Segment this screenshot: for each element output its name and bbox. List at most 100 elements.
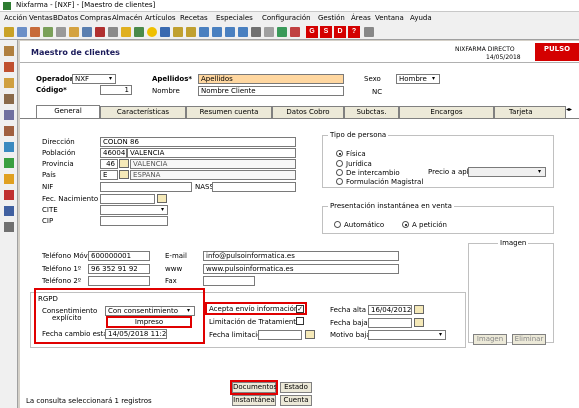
tab-caracteristicas[interactable]: Características: [100, 106, 186, 118]
limitacion-checkbox[interactable]: [296, 317, 304, 325]
calendar-icon[interactable]: [305, 330, 315, 339]
radio-automatico[interactable]: [334, 221, 341, 228]
left-icon-6[interactable]: [4, 126, 14, 136]
menu-compras[interactable]: Compras: [80, 14, 111, 22]
fechalim-field[interactable]: [258, 330, 302, 340]
radio-peticion[interactable]: [402, 221, 409, 228]
users-icon[interactable]: [17, 27, 27, 37]
s-button[interactable]: S: [320, 26, 332, 38]
stop-icon[interactable]: [290, 27, 300, 37]
box-icon[interactable]: [30, 27, 40, 37]
apellidos-field[interactable]: Apellidos: [198, 74, 344, 84]
menu-bdatos[interactable]: BDatos: [53, 14, 78, 22]
next-icon[interactable]: [225, 27, 235, 37]
tab-datos-cobro[interactable]: Datos Cobro: [272, 106, 344, 118]
left-icon-5[interactable]: [4, 110, 14, 120]
g-button[interactable]: G: [306, 26, 318, 38]
imagen-button[interactable]: Imagen: [473, 334, 507, 345]
precio-select[interactable]: [468, 167, 546, 177]
www-field[interactable]: www.pulsoinformatica.es: [203, 264, 399, 274]
fecnac-field[interactable]: [100, 194, 155, 204]
menu-recetas[interactable]: Recetas: [180, 14, 208, 22]
left-icon-12[interactable]: [4, 222, 14, 232]
tab-scroll-arrows[interactable]: ◂▸: [566, 107, 572, 113]
consent-select[interactable]: Con consentimiento: [105, 306, 195, 316]
codigo-field[interactable]: 1: [100, 85, 132, 95]
arrow-left-icon[interactable]: [173, 27, 183, 37]
key-icon[interactable]: [121, 27, 131, 37]
calendar-icon[interactable]: [414, 318, 424, 327]
radio-formulacion[interactable]: [336, 178, 343, 185]
tab-tarjeta[interactable]: Tarjeta: [494, 106, 566, 118]
left-icon-4[interactable]: [4, 94, 14, 104]
menu-ventas[interactable]: Ventas: [29, 14, 53, 22]
tab-general[interactable]: General: [36, 105, 100, 119]
left-icon-2[interactable]: [4, 62, 14, 72]
left-icon-10[interactable]: [4, 190, 14, 200]
baja-field[interactable]: [368, 318, 412, 328]
tel1-field[interactable]: 96 352 91 92: [88, 264, 150, 274]
estado-button[interactable]: Estado: [280, 382, 312, 393]
instantanea-button[interactable]: Instantánea: [232, 395, 276, 406]
radio-juridica[interactable]: [336, 160, 343, 167]
exit-icon[interactable]: [364, 27, 374, 37]
chevron-down-icon[interactable]: ▾: [439, 331, 442, 338]
nass-field[interactable]: [212, 182, 296, 192]
email-field[interactable]: info@pulsoinformatica.es: [203, 251, 399, 261]
eliminar-button[interactable]: Eliminar: [512, 334, 546, 345]
calendar-icon[interactable]: [160, 27, 170, 37]
radio-fisica[interactable]: [336, 150, 343, 157]
refresh-icon[interactable]: [277, 27, 287, 37]
calendar-icon[interactable]: [414, 305, 424, 314]
tab-subctas[interactable]: Subctas.: [344, 106, 399, 118]
left-icon-8[interactable]: [4, 158, 14, 168]
poblacion-code[interactable]: 46004: [100, 148, 127, 158]
delete-icon[interactable]: [95, 27, 105, 37]
telmovil-field[interactable]: 600000001: [88, 251, 150, 261]
search-icon[interactable]: [108, 27, 118, 37]
motivo-select[interactable]: [368, 330, 446, 340]
tel2-field[interactable]: [88, 276, 150, 286]
chevron-down-icon[interactable]: ▾: [109, 75, 115, 83]
warning-icon[interactable]: [4, 174, 14, 184]
left-icon-1[interactable]: [4, 46, 14, 56]
left-icon-3[interactable]: [4, 78, 14, 88]
check-icon[interactable]: [134, 27, 144, 37]
menu-accion[interactable]: Acción: [4, 14, 27, 22]
acepta-checkbox[interactable]: ✓: [296, 305, 304, 313]
lookup-icon[interactable]: [119, 159, 129, 168]
cip-field[interactable]: [100, 216, 168, 226]
prev-icon[interactable]: [212, 27, 222, 37]
grid-icon[interactable]: [251, 27, 261, 37]
chevron-down-icon[interactable]: ▾: [432, 75, 435, 82]
list-icon[interactable]: [43, 27, 53, 37]
direccion-field[interactable]: COLON 86: [100, 137, 296, 147]
nif-field[interactable]: [100, 182, 192, 192]
chevron-down-icon[interactable]: ▾: [161, 206, 164, 213]
fax-field[interactable]: [203, 276, 255, 286]
star-icon[interactable]: [147, 27, 157, 37]
calendar-icon[interactable]: [157, 194, 167, 203]
d-button[interactable]: D: [334, 26, 346, 38]
menu-gestion[interactable]: Gestión: [318, 14, 345, 22]
pais-code[interactable]: E: [100, 170, 118, 180]
menu-ayuda[interactable]: Ayuda: [410, 14, 432, 22]
tab-resumen-cuenta[interactable]: Resumen cuenta: [186, 106, 272, 118]
cuenta-button[interactable]: Cuenta: [280, 395, 312, 406]
menu-configuracion[interactable]: Configuración: [262, 14, 311, 22]
help-button[interactable]: ?: [348, 26, 360, 38]
provincia-code[interactable]: 46: [100, 159, 118, 169]
save-icon[interactable]: [82, 27, 92, 37]
cite-select[interactable]: [100, 205, 168, 215]
arrow-right-icon[interactable]: [186, 27, 196, 37]
menu-especiales[interactable]: Especiales: [216, 14, 253, 22]
last-icon[interactable]: [238, 27, 248, 37]
radio-intercambio[interactable]: [336, 169, 343, 176]
menu-articulos[interactable]: Artículos: [145, 14, 176, 22]
menu-areas[interactable]: Áreas: [351, 14, 371, 22]
chevron-down-icon[interactable]: ▾: [538, 168, 541, 175]
printer-icon[interactable]: [56, 27, 66, 37]
filter-icon[interactable]: [264, 27, 274, 37]
menu-almacen[interactable]: Almacén: [112, 14, 142, 22]
alta-field[interactable]: 16/04/2012: [368, 305, 412, 315]
